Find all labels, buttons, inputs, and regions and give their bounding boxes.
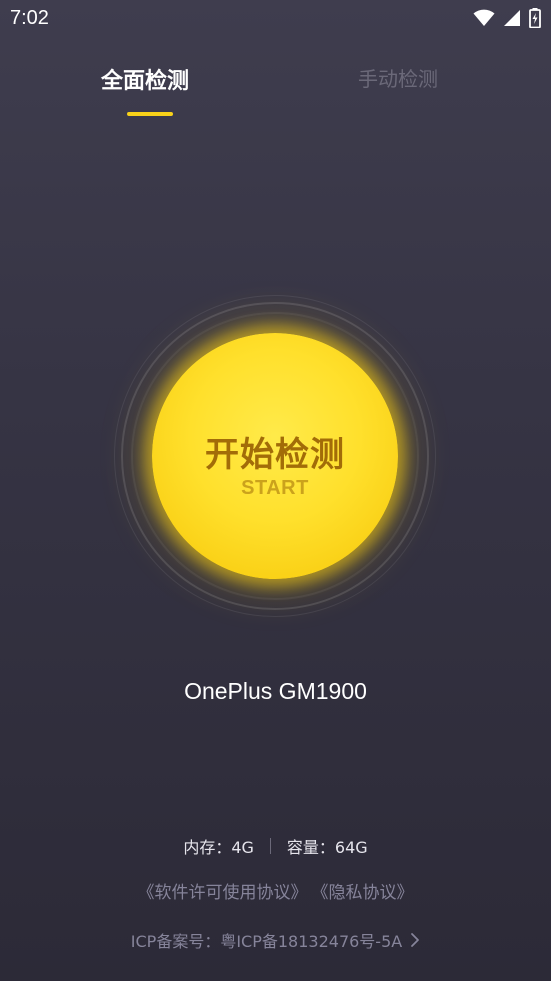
storage-spec: 容量：64G xyxy=(286,838,368,857)
status-icons xyxy=(473,8,541,28)
spec-divider xyxy=(269,838,271,854)
wifi-icon xyxy=(473,9,495,26)
tab-bar: 全面检测 手动检测 xyxy=(0,55,551,125)
start-scan-button[interactable]: 开始检测 START xyxy=(152,333,398,579)
signal-icon xyxy=(504,10,520,26)
privacy-agreement-link[interactable]: 《隐私协议》 xyxy=(312,878,414,903)
license-agreement-link[interactable]: 《软件许可使用协议》 xyxy=(138,878,308,903)
status-bar: 7:02 xyxy=(0,0,551,38)
device-name: OnePlus GM1900 xyxy=(184,678,367,704)
device-specs: 内存：4G 容量：64G xyxy=(0,834,551,858)
icp-record-text: ICP备案号：粤ICP备18132476号-5A xyxy=(130,932,403,951)
memory-spec: 内存：4G xyxy=(183,838,254,857)
tab-manual-scan[interactable]: 手动检测 xyxy=(358,63,438,92)
status-time: 7:02 xyxy=(10,7,49,29)
agreement-links: 《软件许可使用协议》 《隐私协议》 xyxy=(0,878,551,903)
icp-record-link[interactable]: ICP备案号：粤ICP备18132476号-5A xyxy=(0,928,551,952)
start-button-title: 开始检测 xyxy=(205,435,345,475)
chevron-right-icon xyxy=(411,933,420,947)
battery-charging-icon xyxy=(529,8,541,28)
tab-full-scan[interactable]: 全面检测 xyxy=(101,63,189,95)
tab-indicator xyxy=(127,112,173,116)
start-button-subtitle: START xyxy=(241,477,309,499)
